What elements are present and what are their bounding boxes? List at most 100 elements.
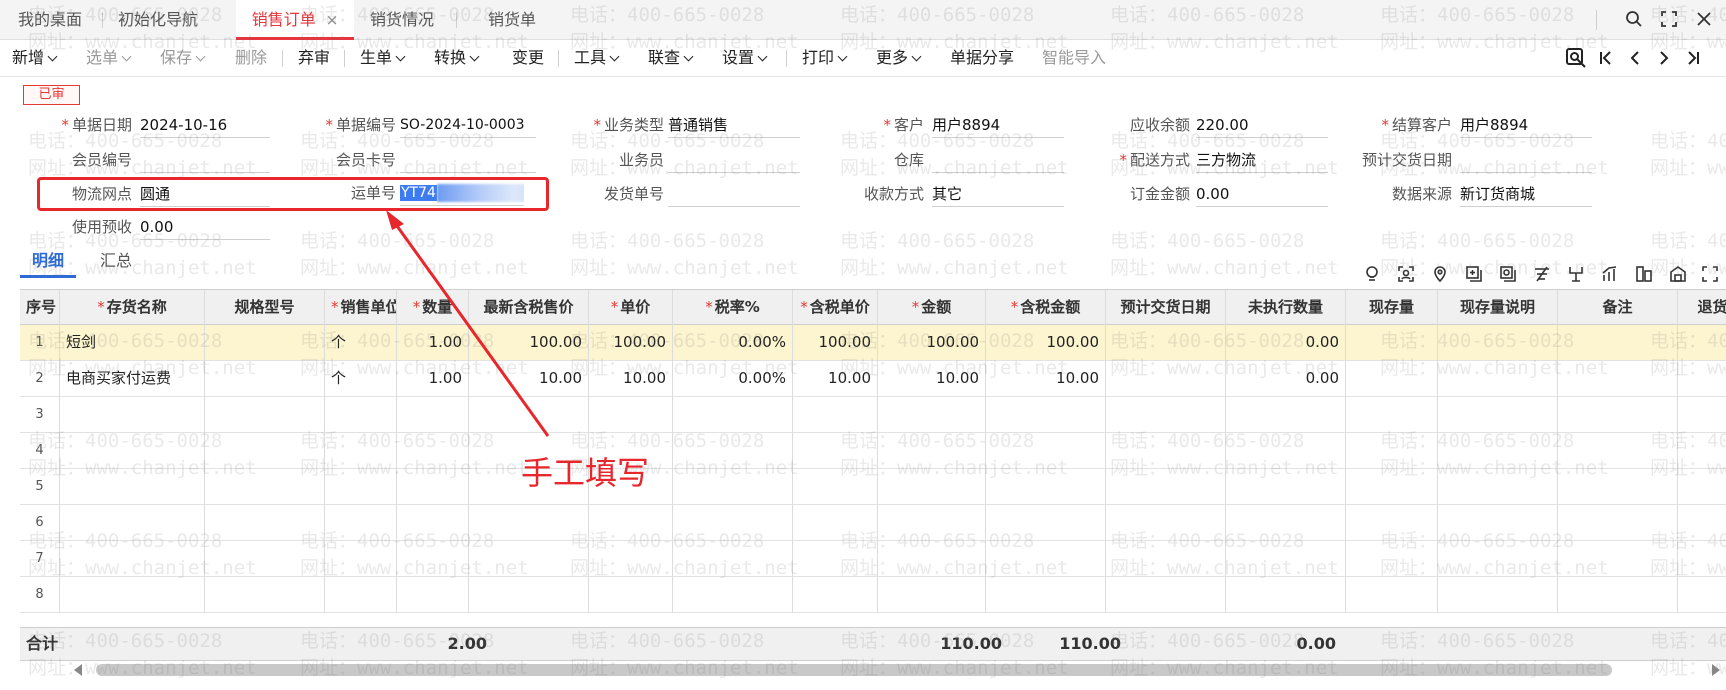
- column-header-index[interactable]: 序号: [20, 290, 60, 326]
- cell-latest-price[interactable]: [469, 397, 589, 433]
- cell-qty[interactable]: [397, 577, 469, 613]
- cell-tax-unit-price[interactable]: [793, 577, 878, 613]
- column-header-stock[interactable]: 现存量: [1346, 290, 1438, 326]
- cell-spec[interactable]: [205, 433, 325, 469]
- tab-init-nav[interactable]: 初始化导航: [108, 0, 208, 40]
- cell-amount[interactable]: [878, 541, 986, 577]
- cell-item-name[interactable]: 短剑: [60, 325, 205, 361]
- prepay-field[interactable]: 0.00: [140, 216, 270, 240]
- cell-remark[interactable]: [1558, 325, 1678, 361]
- tab-detail[interactable]: 明细: [20, 248, 76, 278]
- cell-spec[interactable]: [205, 361, 325, 397]
- column-header-latest-price[interactable]: 最新含税售价: [469, 290, 589, 326]
- cell-stock-note[interactable]: [1438, 577, 1558, 613]
- generate-doc-button[interactable]: 生单: [360, 40, 406, 76]
- close-icon[interactable]: [1691, 6, 1717, 32]
- search-record-icon[interactable]: [1563, 45, 1589, 71]
- cell-tax-unit-price[interactable]: [793, 433, 878, 469]
- table-row[interactable]: 7: [20, 541, 1726, 577]
- cell-tax-amount[interactable]: [986, 577, 1106, 613]
- doc-no-field[interactable]: SO-2024-10-0003: [400, 114, 536, 138]
- cell-qty[interactable]: 1.00: [397, 325, 469, 361]
- column-header-unit[interactable]: * 销售单位: [325, 290, 397, 326]
- cell-tax-rate[interactable]: [673, 433, 793, 469]
- cell-stock[interactable]: [1346, 577, 1438, 613]
- column-header-est-date[interactable]: 预计交货日期: [1106, 290, 1226, 326]
- cell-spec[interactable]: [205, 505, 325, 541]
- table-row[interactable]: 5: [20, 469, 1726, 505]
- cell-latest-price[interactable]: [469, 505, 589, 541]
- cell-remark[interactable]: [1558, 469, 1678, 505]
- cell-item-name[interactable]: [60, 433, 205, 469]
- save-button[interactable]: 保存: [160, 40, 206, 76]
- cell-spec[interactable]: [205, 469, 325, 505]
- deposit-field[interactable]: 0.00: [1196, 183, 1328, 207]
- cell-stock[interactable]: [1346, 325, 1438, 361]
- cell-stock[interactable]: [1346, 361, 1438, 397]
- cell-return[interactable]: [1678, 469, 1726, 505]
- settings-row-icon[interactable]: [1496, 262, 1520, 286]
- cell-latest-price[interactable]: 10.00: [469, 361, 589, 397]
- last-record-icon[interactable]: [1680, 45, 1706, 71]
- cell-tax-rate[interactable]: [673, 541, 793, 577]
- select-doc-button[interactable]: 选单: [86, 40, 132, 76]
- cell-tax-unit-price[interactable]: 100.00: [793, 325, 878, 361]
- cell-unexec-qty[interactable]: [1226, 397, 1346, 433]
- warehouse-field[interactable]: [932, 149, 1064, 173]
- scroll-right-icon[interactable]: [1712, 664, 1720, 676]
- cell-tax-amount[interactable]: [986, 505, 1106, 541]
- cell-tax-rate[interactable]: [673, 577, 793, 613]
- cell-tax-rate[interactable]: [673, 469, 793, 505]
- scan-icon[interactable]: [1394, 262, 1418, 286]
- cell-item-name[interactable]: [60, 577, 205, 613]
- cell-tax-rate[interactable]: 0.00%: [673, 325, 793, 361]
- search-icon[interactable]: [1621, 6, 1647, 32]
- table-row[interactable]: 3: [20, 397, 1726, 433]
- tab-summary[interactable]: 汇总: [100, 248, 132, 278]
- cell-tax-rate[interactable]: 0.00%: [673, 361, 793, 397]
- cell-stock-note[interactable]: [1438, 469, 1558, 505]
- cell-stock[interactable]: [1346, 505, 1438, 541]
- tab-sales-order[interactable]: 销售订单 ×: [236, 0, 354, 40]
- cell-qty[interactable]: [397, 433, 469, 469]
- cell-tax-unit-price[interactable]: [793, 469, 878, 505]
- cell-unit-price[interactable]: 100.00: [589, 325, 673, 361]
- cell-tax-unit-price[interactable]: [793, 541, 878, 577]
- cell-unit[interactable]: [325, 541, 397, 577]
- cell-qty[interactable]: [397, 505, 469, 541]
- cell-tax-amount[interactable]: 10.00: [986, 361, 1106, 397]
- settle-customer-field[interactable]: 用户8894: [1460, 114, 1592, 138]
- delete-button[interactable]: 删除: [235, 40, 267, 76]
- cell-return[interactable]: [1678, 397, 1726, 433]
- tab-delivery-note[interactable]: 销货单: [478, 0, 546, 40]
- cell-remark[interactable]: [1558, 361, 1678, 397]
- column-header-item-name[interactable]: * 存货名称: [60, 290, 205, 326]
- filter-icon[interactable]: [1530, 262, 1554, 286]
- cell-item-name[interactable]: [60, 469, 205, 505]
- cell-tax-amount[interactable]: [986, 469, 1106, 505]
- cell-remark[interactable]: [1558, 433, 1678, 469]
- cell-stock[interactable]: [1346, 397, 1438, 433]
- cell-qty[interactable]: [397, 541, 469, 577]
- column-header-qty[interactable]: * 数量: [397, 290, 469, 326]
- tab-close-icon[interactable]: ×: [326, 11, 339, 29]
- cell-latest-price[interactable]: [469, 577, 589, 613]
- member-no-field[interactable]: [140, 149, 270, 173]
- table-row[interactable]: 2 电商买家付运费个 1.00 10.00 10.00 0.00% 10.00 10.00 10…: [20, 361, 1726, 397]
- cell-tax-unit-price[interactable]: 10.00: [793, 361, 878, 397]
- cell-stock[interactable]: [1346, 469, 1438, 505]
- column-header-remark[interactable]: 备注: [1558, 290, 1678, 326]
- cell-est-date[interactable]: [1106, 541, 1226, 577]
- cell-tax-amount[interactable]: [986, 541, 1106, 577]
- cell-spec[interactable]: [205, 325, 325, 361]
- cell-stock-note[interactable]: [1438, 505, 1558, 541]
- horizontal-scrollbar[interactable]: [72, 663, 1726, 677]
- cell-latest-price[interactable]: [469, 541, 589, 577]
- cell-return[interactable]: [1678, 577, 1726, 613]
- tab-desktop[interactable]: 我的桌面: [8, 0, 92, 40]
- cell-stock-note[interactable]: [1438, 325, 1558, 361]
- cell-unit-price[interactable]: [589, 541, 673, 577]
- cell-tax-amount[interactable]: [986, 433, 1106, 469]
- scroll-left-icon[interactable]: [74, 664, 82, 676]
- cell-unit[interactable]: 个: [325, 325, 397, 361]
